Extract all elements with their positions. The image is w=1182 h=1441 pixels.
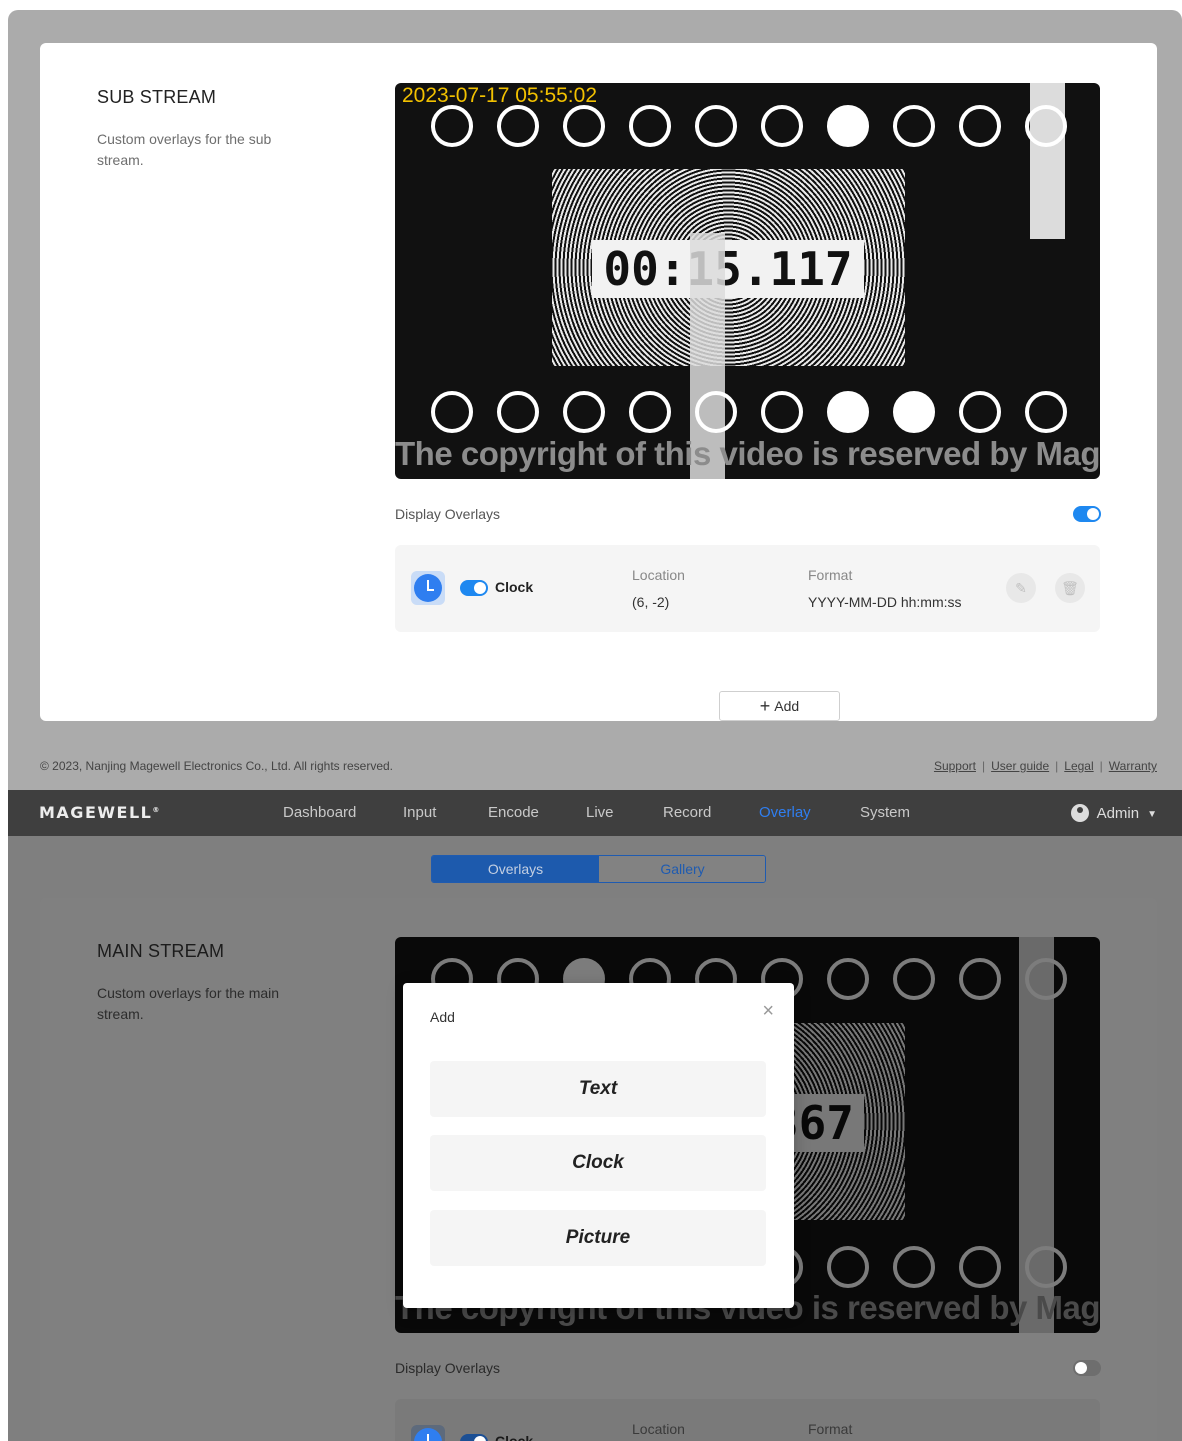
user-menu[interactable]: Admin ▼ [1070, 804, 1157, 822]
nav-input[interactable]: Input [403, 804, 436, 821]
nav-system[interactable]: System [860, 804, 910, 821]
overlay-item-clock: Clock Location Format [395, 1399, 1100, 1441]
add-text-option[interactable]: Text [430, 1061, 766, 1117]
plus-icon: + [759, 696, 771, 716]
magewell-logo[interactable]: MAGEWELL® [39, 803, 161, 822]
overlay-tabs: Overlays Gallery [431, 855, 766, 883]
sub-stream-preview: 00:15.117 2023-07-17 05:55:02 The copyri… [395, 83, 1100, 479]
top-nav: MAGEWELL® Dashboard Input Encode Live Re… [8, 790, 1182, 836]
test-circle [629, 391, 671, 433]
main-stream-description: Custom overlays for the main stream. [97, 985, 280, 1022]
tab-gallery[interactable]: Gallery [599, 856, 765, 882]
video-timestamp: 2023-07-17 05:55:02 [402, 84, 597, 107]
test-circle [893, 1246, 935, 1288]
sub-stream-description: Custom overlays for the sub stream. [97, 131, 272, 168]
test-circle [959, 391, 1001, 433]
test-circle [959, 105, 1001, 147]
delete-icon[interactable]: 🗑 [1055, 573, 1085, 603]
location-label: Location [632, 567, 685, 583]
clock-icon [411, 571, 445, 605]
footer-link-support[interactable]: Support [934, 759, 976, 773]
format-value: YYYY-MM-DD hh:mm:ss [808, 594, 962, 610]
footer-links: Support | User guide | Legal | Warranty [933, 759, 1157, 773]
test-circle [1025, 958, 1067, 1000]
location-label: Location [632, 1421, 685, 1437]
tab-overlays[interactable]: Overlays [432, 856, 599, 882]
nav-record[interactable]: Record [663, 804, 711, 821]
test-circle-filled [827, 391, 869, 433]
overlay-enable-toggle[interactable] [460, 580, 488, 596]
location-value: (6, -2) [632, 594, 670, 610]
test-circle [761, 105, 803, 147]
user-name: Admin [1096, 805, 1140, 822]
display-overlays-toggle[interactable] [1073, 506, 1101, 522]
test-circle [563, 105, 605, 147]
display-overlays-label: Display Overlays [395, 506, 501, 522]
test-circle [497, 105, 539, 147]
close-icon[interactable]: × [762, 1001, 774, 1021]
test-circle-filled [827, 105, 869, 147]
user-icon [1070, 804, 1089, 822]
test-circle [827, 1246, 869, 1288]
test-circle [1025, 1246, 1067, 1288]
dialog-title: Add [430, 1009, 455, 1025]
test-circle [761, 391, 803, 433]
footer-link-warranty[interactable]: Warranty [1109, 759, 1157, 773]
test-circle [827, 958, 869, 1000]
sub-stream-page: SUB STREAM Custom overlays for the sub s… [8, 10, 1182, 790]
display-overlays-label: Display Overlays [395, 1360, 501, 1376]
nav-overlay[interactable]: Overlay [759, 804, 811, 821]
display-overlays-toggle[interactable] [1073, 1360, 1101, 1376]
test-circle [1025, 105, 1067, 147]
footer-link-legal[interactable]: Legal [1064, 759, 1093, 773]
test-circle [959, 1246, 1001, 1288]
add-clock-option[interactable]: Clock [430, 1135, 766, 1191]
screenshot-frame: SUB STREAM Custom overlays for the sub s… [8, 10, 1182, 1441]
test-circle [893, 958, 935, 1000]
clock-icon [411, 1425, 445, 1441]
overlay-name: Clock [495, 1433, 534, 1441]
footer-link-user-guide[interactable]: User guide [991, 759, 1049, 773]
nav-encode[interactable]: Encode [488, 804, 539, 821]
test-circle-filled [893, 391, 935, 433]
add-label: Add [774, 698, 800, 714]
add-overlay-button[interactable]: + Add [719, 691, 840, 721]
edit-icon[interactable]: ✎ [1006, 573, 1036, 603]
test-circle [563, 391, 605, 433]
video-timer: 00:15.117 [592, 240, 864, 298]
nav-dashboard[interactable]: Dashboard [283, 804, 356, 821]
test-circle [497, 391, 539, 433]
test-circle [959, 958, 1001, 1000]
test-circle [431, 391, 473, 433]
overlay-enable-toggle[interactable] [460, 1434, 488, 1441]
test-circle [629, 105, 671, 147]
test-circle [1025, 391, 1067, 433]
video-copyright: The copyright of this video is reserved … [395, 435, 1100, 472]
add-picture-option[interactable]: Picture [430, 1210, 766, 1266]
test-circle [431, 105, 473, 147]
test-circle [695, 391, 737, 433]
caret-down-icon: ▼ [1147, 809, 1157, 820]
test-circle [695, 105, 737, 147]
format-label: Format [808, 567, 853, 583]
overlay-name: Clock [495, 579, 534, 595]
main-stream-title: MAIN STREAM [97, 941, 225, 961]
sub-stream-card: SUB STREAM Custom overlays for the sub s… [40, 43, 1157, 721]
format-label: Format [808, 1421, 853, 1437]
overlay-item-clock: Clock Location (6, -2) Format YYYY-MM-DD… [395, 545, 1100, 632]
footer-copyright: © 2023, Nanjing Magewell Electronics Co.… [40, 759, 394, 773]
test-circle [893, 105, 935, 147]
sub-stream-title: SUB STREAM [97, 87, 217, 107]
nav-live[interactable]: Live [586, 804, 614, 821]
add-overlay-dialog: Add × Text Clock Picture [403, 983, 794, 1308]
